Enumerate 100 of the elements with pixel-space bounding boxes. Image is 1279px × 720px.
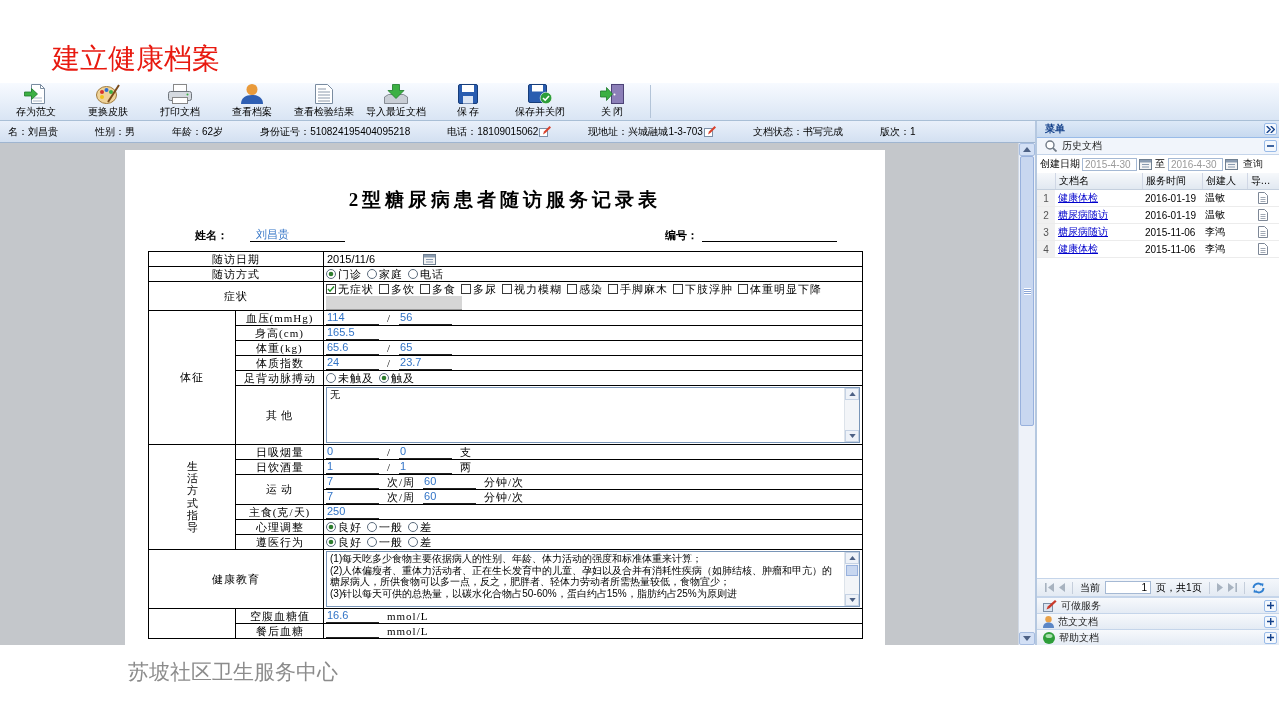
input-field[interactable]: 60	[423, 490, 477, 504]
unit-text: /	[387, 445, 392, 459]
unit-text: 次/周	[387, 490, 416, 504]
radio-option[interactable]: 差	[408, 520, 432, 534]
page-field[interactable]: 1	[1105, 581, 1151, 594]
input-field[interactable]: 7	[326, 490, 379, 504]
toolbar-button[interactable]: 关 闭	[576, 83, 648, 120]
scroll-down-button[interactable]	[845, 430, 859, 442]
column-header[interactable]: 导…	[1247, 173, 1279, 190]
collapse-panel-button[interactable]	[1264, 123, 1277, 135]
toolbar-button[interactable]: 查看检验结果	[288, 83, 360, 120]
input-field[interactable]: 刘昌贵	[250, 227, 345, 242]
toolbar-button[interactable]: 存为范文	[0, 83, 72, 120]
caret-up-icon	[1023, 147, 1031, 152]
document-link[interactable]: 健康体检	[1058, 243, 1098, 254]
radio-option[interactable]: 电话	[408, 267, 444, 281]
input-field[interactable]: 114	[326, 311, 379, 325]
document-icon[interactable]	[1258, 226, 1268, 238]
scroll-up-button[interactable]	[845, 552, 859, 564]
section-title: 历史文档	[1062, 139, 1103, 153]
checkbox-option[interactable]: 视力模糊	[502, 282, 562, 296]
input-field[interactable]: 1	[326, 460, 379, 474]
patient-info-text: 文档状态：书写完成	[752, 124, 843, 139]
document-link[interactable]: 糖尿病随访	[1058, 226, 1108, 237]
radio-option[interactable]: 未触及	[326, 371, 374, 385]
patient-info-text: 现地址：兴城融城1-3-703	[588, 124, 703, 139]
input-field[interactable]: 7	[326, 475, 379, 489]
radio-option[interactable]: 差	[408, 535, 432, 549]
scrollbar-thumb[interactable]	[1020, 156, 1034, 426]
column-header[interactable]: 文档名	[1055, 173, 1142, 190]
text-area[interactable]: (1)每天吃多少食物主要依据病人的性别、年龄、体力活动的强度和标准体重来计算； (2)人体偏瘦者、重体力活动者、正在生长发育中的儿童、孕妇以及合并有消耗性疾病（如肺结核、肿瘤和甲亢）的糖尿病人，所供食物可以多一点，反之，肥胖者、轻体力劳动者所需热量较低，食物宜少； (3)针以每天可供的总热量，以碳水化合物占50-60%，蛋白约占15%，脂肪约占25%为原则进	[326, 551, 860, 607]
collapse-button[interactable]	[1264, 140, 1277, 152]
scroll-up-button[interactable]	[1019, 143, 1035, 156]
accordion-header[interactable]: 帮助文档	[1037, 629, 1279, 645]
document-icon[interactable]	[1258, 209, 1268, 221]
document-link[interactable]: 健康体检	[1058, 192, 1098, 203]
input-field[interactable]: 65	[399, 341, 453, 355]
radio-option[interactable]: 良好	[326, 535, 362, 549]
input-field[interactable]: 56	[399, 311, 453, 325]
radio-option[interactable]: 良好	[326, 520, 362, 534]
scroll-up-button[interactable]	[845, 388, 859, 400]
row-label: 其 他	[235, 385, 324, 445]
section-header[interactable]: 历史文档	[1037, 138, 1279, 155]
checkbox-option[interactable]: 多饮	[379, 282, 415, 296]
unit-text: 分钟/次	[484, 475, 525, 489]
input-field[interactable]: 0	[399, 445, 453, 459]
calendar-icon[interactable]	[1139, 158, 1152, 170]
input-field[interactable]: 16.6	[326, 609, 379, 623]
radio-option[interactable]: 一般	[367, 520, 403, 534]
column-header[interactable]: 创建人	[1202, 173, 1247, 190]
orb-icon	[1043, 631, 1055, 644]
input-field[interactable]: 24	[326, 356, 379, 370]
radio-option[interactable]: 触及	[379, 371, 415, 385]
radio-option[interactable]: 门诊	[326, 267, 362, 281]
input-field[interactable]	[326, 296, 462, 310]
checkbox-option[interactable]: 体重明显下降	[738, 282, 822, 296]
toolbar-button[interactable]: 保存并关闭	[504, 83, 576, 120]
panel-title: 菜单	[1045, 122, 1065, 136]
toolbar-button[interactable]: 查看档案	[216, 83, 288, 120]
document-icon[interactable]	[1258, 243, 1268, 255]
toolbar-button[interactable]: 保 存	[432, 83, 504, 120]
document-icon[interactable]	[1258, 192, 1268, 204]
refresh-icon[interactable]	[1251, 581, 1265, 594]
text-area[interactable]: 无	[326, 387, 860, 443]
checkbox-option[interactable]: 多食	[420, 282, 456, 296]
input-field[interactable]: 65.6	[326, 341, 379, 355]
accordion-header[interactable]: 可做服务	[1037, 597, 1279, 613]
checkbox-option[interactable]: 无症状	[326, 282, 374, 296]
accordion-header[interactable]: 范文文档	[1037, 613, 1279, 629]
toolbar-button[interactable]: 更换皮肤	[72, 83, 144, 120]
edit-icon[interactable]	[703, 126, 716, 137]
input-field[interactable]: 1	[399, 460, 453, 474]
checkbox-option[interactable]: 感染	[567, 282, 603, 296]
input-field[interactable]: 165.5	[326, 326, 379, 340]
checkbox-option[interactable]: 下肢浮肿	[673, 282, 733, 296]
caret-down-icon	[848, 434, 856, 438]
input-field[interactable]: 60	[423, 475, 477, 489]
input-field[interactable]: 250	[326, 505, 379, 519]
document-lines-icon	[315, 84, 333, 104]
query-button[interactable]: 查询	[1243, 157, 1263, 171]
column-header[interactable]: 服务时间	[1142, 173, 1202, 190]
scroll-down-button[interactable]	[845, 594, 859, 606]
row-label: 体质指数	[235, 355, 324, 371]
row-label: 健康教育	[148, 549, 324, 609]
input-field[interactable]: 23.7	[399, 356, 453, 370]
scrollbar-thumb[interactable]	[846, 565, 858, 576]
unit-text: /	[387, 341, 392, 355]
radio-option[interactable]: 家庭	[367, 267, 403, 281]
toolbar-button[interactable]: 打印文档	[144, 83, 216, 120]
scroll-down-button[interactable]	[1019, 632, 1035, 645]
edit-icon[interactable]	[539, 126, 552, 137]
toolbar-button[interactable]: 导入最近文档	[360, 83, 432, 120]
document-link[interactable]: 糖尿病随访	[1058, 209, 1108, 220]
radio-option[interactable]: 一般	[367, 535, 403, 549]
input-field[interactable]: 0	[326, 445, 379, 459]
row-label: 症状	[148, 281, 324, 311]
row-label: 餐后血糖	[235, 623, 324, 639]
checkbox-option[interactable]: 手脚麻木	[608, 282, 668, 296]
checkbox-option[interactable]: 多尿	[461, 282, 497, 296]
calendar-icon[interactable]	[1225, 158, 1238, 170]
